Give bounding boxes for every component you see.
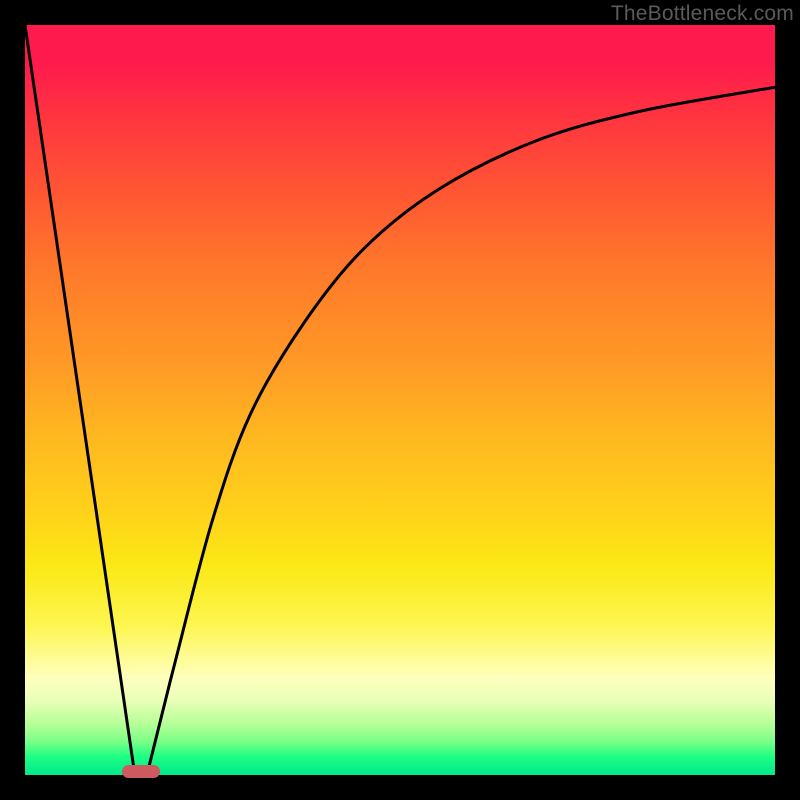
curve-left — [25, 25, 134, 768]
curve-layer — [25, 25, 775, 775]
bottleneck-marker — [122, 765, 160, 778]
watermark-text: TheBottleneck.com — [611, 2, 794, 26]
curve-right — [149, 87, 775, 767]
plot-area — [25, 25, 775, 775]
chart-root: TheBottleneck.com — [0, 0, 800, 800]
